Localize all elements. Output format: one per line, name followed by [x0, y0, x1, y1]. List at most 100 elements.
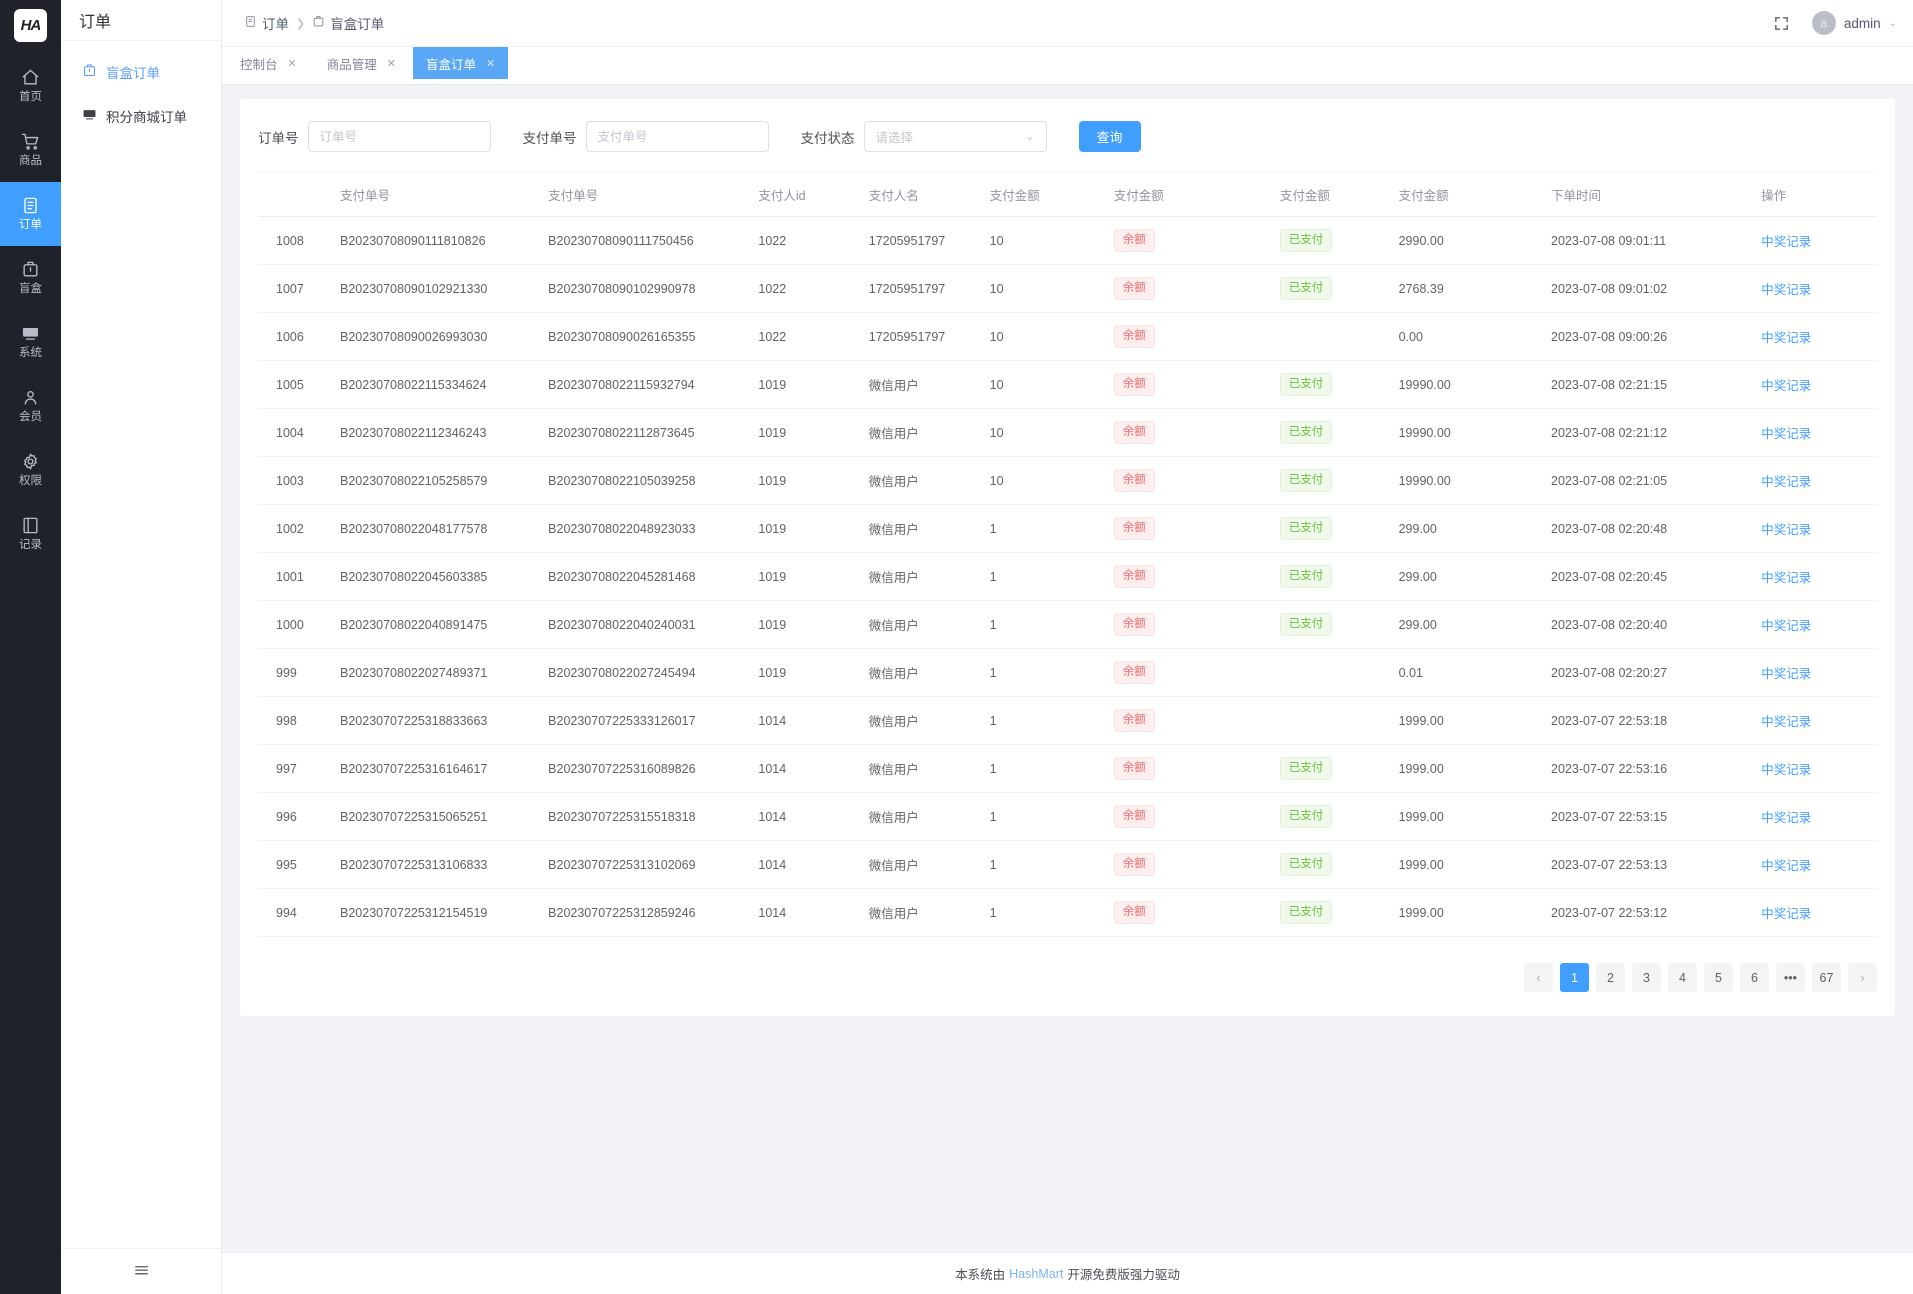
cell-order-no: B20230707225313106833 — [340, 840, 549, 889]
rail-item-5[interactable]: 系统 — [0, 310, 61, 374]
close-icon[interactable]: ✕ — [387, 57, 396, 70]
submenu-item-2[interactable]: 积分商城订单 — [61, 94, 221, 138]
winning-record-link[interactable]: 中奖记录 — [1761, 571, 1811, 585]
pay-method-badge: 余额 — [1113, 709, 1155, 732]
user-menu[interactable]: a admin ⌄ — [1811, 11, 1897, 35]
top-bar: 订单 ❯ 盲盒订单 a admin ⌄ — [222, 0, 1913, 47]
submenu-item-1[interactable]: 盲盒订单 — [61, 50, 221, 94]
cell-amount: 10 — [989, 216, 1114, 265]
page-5[interactable]: 5 — [1704, 963, 1733, 992]
col-action: 操作 — [1761, 172, 1877, 217]
winning-record-link[interactable]: 中奖记录 — [1761, 523, 1811, 537]
page-prev[interactable]: ‹ — [1524, 963, 1553, 992]
rail-item-4[interactable]: 盲盒 — [0, 246, 61, 310]
rail-item-8[interactable]: 记录 — [0, 502, 61, 566]
table-row: 1003 B20230708022105258579 B20230708022105… — [258, 456, 1877, 505]
cell-action: 中奖记录 — [1761, 552, 1877, 601]
cell-uid: 1019 — [758, 552, 869, 601]
pay-status-select[interactable]: 请选择 ⌄ — [863, 121, 1047, 152]
winning-record-link[interactable]: 中奖记录 — [1761, 811, 1811, 825]
rail-item-2[interactable]: 商品 — [0, 118, 61, 182]
tab-3[interactable]: 盲盒订单 ✕ — [412, 47, 509, 79]
page-67[interactable]: 67 — [1812, 963, 1841, 992]
cell-uid: 1019 — [758, 408, 869, 457]
cell-id: 997 — [258, 744, 340, 793]
close-icon[interactable]: ✕ — [486, 57, 495, 70]
rail-item-7[interactable]: 权限 — [0, 438, 61, 502]
table-row: 995 B20230707225313106833 B202307072253131… — [258, 840, 1877, 889]
cell-time: 2023-07-08 02:20:48 — [1551, 504, 1762, 553]
rail-item-label: 权限 — [19, 475, 42, 488]
icon-sidebar: HA 首页 商品 订单 盲盒 系统 会员 权限 记录 — [0, 0, 61, 1294]
page-next[interactable]: › — [1848, 963, 1877, 992]
rail-item-1[interactable]: 首页 — [0, 54, 61, 118]
winning-record-link[interactable]: 中奖记录 — [1761, 763, 1811, 777]
tab-1[interactable]: 控制台 ✕ — [227, 47, 310, 79]
close-icon[interactable]: ✕ — [288, 57, 297, 70]
rail-item-6[interactable]: 会员 — [0, 374, 61, 438]
cart-icon — [21, 132, 40, 151]
winning-record-link[interactable]: 中奖记录 — [1761, 715, 1811, 729]
fullscreen-icon[interactable] — [1773, 15, 1790, 32]
breadcrumb-item-blindbox-orders[interactable]: 盲盒订单 — [312, 13, 384, 33]
winning-record-link[interactable]: 中奖记录 — [1761, 379, 1811, 393]
cell-id: 1000 — [258, 600, 340, 649]
tab-bar: 控制台 ✕ 商品管理 ✕ 盲盒订单 ✕ — [222, 47, 1913, 85]
tab-label: 商品管理 — [326, 57, 377, 72]
winning-record-link[interactable]: 中奖记录 — [1761, 667, 1811, 681]
col-pay-method: 支付金额 — [1113, 172, 1280, 217]
cell-pay-method: 余额 — [1113, 264, 1280, 313]
cell-pay-no: B20230708090026165355 — [548, 312, 759, 361]
cell-amount: 10 — [989, 264, 1114, 313]
page-4[interactable]: 4 — [1668, 963, 1697, 992]
table-row: 1000 B20230708022040891475 B20230708022040… — [258, 600, 1877, 649]
rail-item-label: 商品 — [19, 155, 42, 168]
page-3[interactable]: 3 — [1632, 963, 1661, 992]
cell-id: 1005 — [258, 360, 340, 409]
winning-record-link[interactable]: 中奖记录 — [1761, 475, 1811, 489]
submenu-panel: 订单 盲盒订单 积分商城订单 — [61, 0, 222, 1294]
query-button[interactable]: 查询 — [1078, 121, 1141, 152]
cell-time: 2023-07-07 22:53:12 — [1551, 888, 1762, 937]
cell-action: 中奖记录 — [1761, 264, 1877, 313]
winning-record-link[interactable]: 中奖记录 — [1761, 859, 1811, 873]
cell-pay-method: 余额 — [1113, 600, 1280, 649]
rail-item-3[interactable]: 订单 — [0, 182, 61, 246]
cell-total: 0.00 — [1398, 312, 1552, 361]
table-row: 1001 B20230708022045603385 B20230708022045… — [258, 552, 1877, 601]
pay-method-badge: 余额 — [1113, 853, 1155, 876]
cell-amount: 1 — [989, 552, 1114, 601]
breadcrumb-item-orders[interactable]: 订单 — [244, 13, 289, 33]
cell-uid: 1014 — [758, 888, 869, 937]
cell-time: 2023-07-08 02:21:15 — [1551, 360, 1762, 409]
pay-no-input[interactable] — [585, 121, 769, 152]
winning-record-link[interactable]: 中奖记录 — [1761, 283, 1811, 297]
page-2[interactable]: 2 — [1596, 963, 1625, 992]
cell-action: 中奖记录 — [1761, 888, 1877, 937]
cell-uname: 微信用户 — [868, 792, 990, 841]
cell-pay-state: 已支付 — [1279, 552, 1399, 601]
winning-record-link[interactable]: 中奖记录 — [1761, 907, 1811, 921]
page-6[interactable]: 6 — [1740, 963, 1769, 992]
winning-record-link[interactable]: 中奖记录 — [1761, 619, 1811, 633]
sidebar-collapse-button[interactable] — [61, 1248, 221, 1294]
cell-pay-method: 余额 — [1113, 648, 1280, 697]
order-no-input[interactable] — [307, 121, 491, 152]
page-1[interactable]: 1 — [1560, 963, 1589, 992]
cell-pay-method: 余额 — [1113, 744, 1280, 793]
page-•••[interactable]: ••• — [1776, 963, 1805, 992]
cell-order-no: B20230707225312154519 — [340, 888, 549, 937]
winning-record-link[interactable]: 中奖记录 — [1761, 427, 1811, 441]
cell-pay-state: 已支付 — [1279, 840, 1399, 889]
cell-uname: 微信用户 — [868, 600, 990, 649]
pay-method-badge: 余额 — [1113, 469, 1155, 492]
filter-pay-status: 支付状态 请选择 ⌄ — [801, 121, 1047, 152]
cell-amount: 1 — [989, 792, 1114, 841]
cell-total: 1999.00 — [1398, 744, 1552, 793]
winning-record-link[interactable]: 中奖记录 — [1761, 331, 1811, 345]
breadcrumb: 订单 ❯ 盲盒订单 — [244, 13, 384, 33]
footer-brand[interactable]: HashMart — [1009, 1267, 1063, 1281]
tab-2[interactable]: 商品管理 ✕ — [313, 47, 409, 79]
cell-uname: 微信用户 — [868, 456, 990, 505]
winning-record-link[interactable]: 中奖记录 — [1761, 235, 1811, 249]
